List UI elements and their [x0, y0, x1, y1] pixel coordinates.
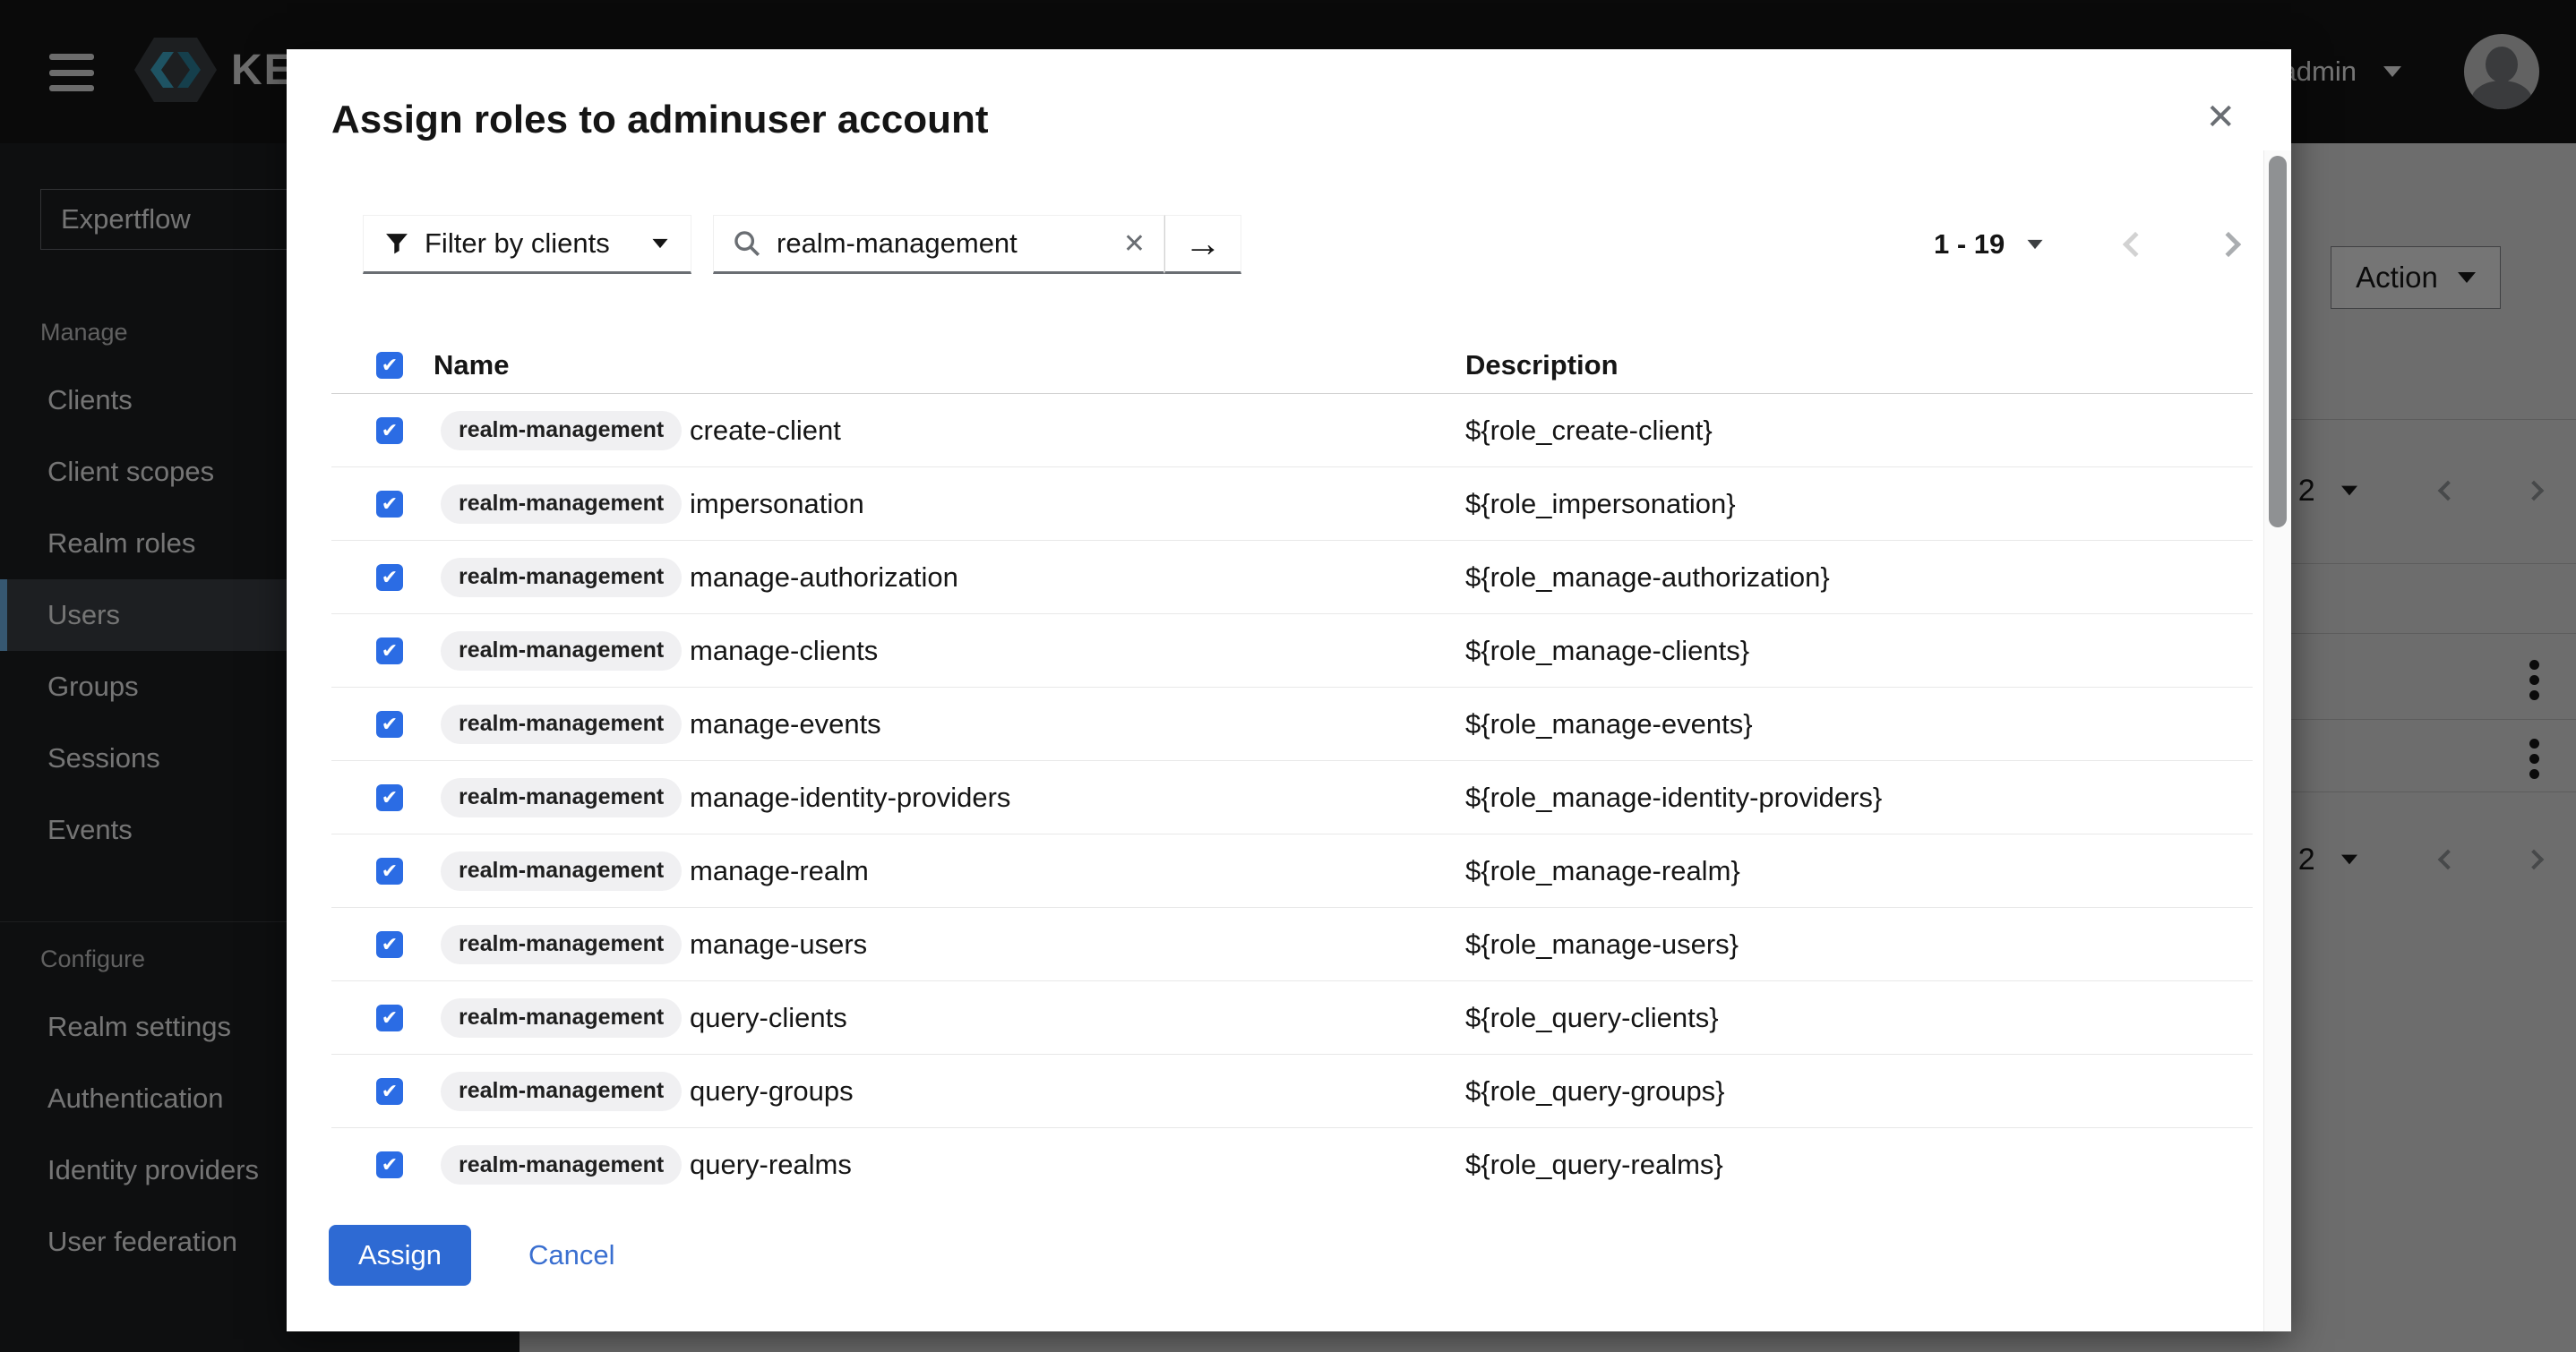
row-checkbox[interactable]: ✔	[376, 1005, 403, 1031]
table-row: ✔ realm-management manage-events ${role_…	[331, 688, 2253, 761]
client-badge: realm-management	[441, 558, 682, 597]
search-box: ✕	[713, 215, 1164, 274]
search-submit-button[interactable]: →	[1164, 215, 1241, 274]
client-badge: realm-management	[441, 484, 682, 524]
role-name: manage-users	[690, 928, 1465, 961]
role-name: query-realms	[690, 1149, 1465, 1181]
assign-roles-modal: Assign roles to adminuser account ✕ Filt…	[287, 49, 2291, 1331]
role-name: manage-authorization	[690, 561, 1465, 594]
role-description: ${role_manage-authorization}	[1465, 561, 2253, 594]
role-name: query-clients	[690, 1002, 1465, 1034]
role-name: manage-identity-providers	[690, 782, 1465, 814]
prev-page-icon[interactable]	[2123, 232, 2148, 257]
column-name: Name	[434, 349, 1465, 381]
table-row: ✔ realm-management manage-realm ${role_m…	[331, 834, 2253, 908]
arrow-right-icon: →	[1184, 222, 1222, 265]
row-checkbox[interactable]: ✔	[376, 711, 403, 738]
role-name: create-client	[690, 415, 1465, 447]
table-row: ✔ realm-management manage-clients ${role…	[331, 614, 2253, 688]
modal-scrollbar-thumb[interactable]	[2269, 156, 2287, 527]
filter-label: Filter by clients	[425, 227, 610, 260]
client-badge: realm-management	[441, 1145, 682, 1185]
role-name: impersonation	[690, 488, 1465, 520]
table-row: ✔ realm-management query-realms ${role_q…	[331, 1128, 2253, 1202]
pagination-chevron-down-icon[interactable]	[2028, 240, 2043, 249]
filter-chevron-down-icon	[653, 239, 668, 248]
modal-scrollbar-track[interactable]	[2263, 150, 2291, 1331]
client-badge: realm-management	[441, 998, 682, 1038]
role-name: manage-clients	[690, 635, 1465, 667]
role-name: manage-realm	[690, 855, 1465, 887]
modal-pagination: 1 - 19	[1934, 215, 2237, 274]
role-description: ${role_manage-events}	[1465, 708, 2253, 740]
client-badge: realm-management	[441, 925, 682, 964]
row-checkbox[interactable]: ✔	[376, 491, 403, 518]
search-icon	[732, 228, 762, 259]
table-header: ✔ Name Description	[331, 337, 2253, 394]
role-name: manage-events	[690, 708, 1465, 740]
client-badge: realm-management	[441, 631, 682, 671]
role-description: ${role_manage-users}	[1465, 928, 2253, 961]
table-row: ✔ realm-management query-clients ${role_…	[331, 981, 2253, 1055]
client-badge: realm-management	[441, 851, 682, 891]
modal-footer: Assign Cancel	[329, 1225, 615, 1286]
row-checkbox[interactable]: ✔	[376, 564, 403, 591]
row-checkbox[interactable]: ✔	[376, 417, 403, 444]
cancel-button[interactable]: Cancel	[528, 1239, 615, 1271]
role-description: ${role_impersonation}	[1465, 488, 2253, 520]
table-row: ✔ realm-management manage-users ${role_m…	[331, 908, 2253, 981]
table-row: ✔ realm-management manage-authorization …	[331, 541, 2253, 614]
role-description: ${role_manage-clients}	[1465, 635, 2253, 667]
table-row: ✔ realm-management query-groups ${role_q…	[331, 1055, 2253, 1128]
client-badge: realm-management	[441, 778, 682, 817]
table-row: ✔ realm-management impersonation ${role_…	[331, 467, 2253, 541]
filter-by-clients-dropdown[interactable]: Filter by clients	[363, 215, 691, 274]
next-page-icon[interactable]	[2216, 232, 2241, 257]
row-checkbox[interactable]: ✔	[376, 1151, 403, 1178]
modal-toolbar: Filter by clients ✕ →	[363, 215, 1241, 274]
table-row: ✔ realm-management manage-identity-provi…	[331, 761, 2253, 834]
pagination-range[interactable]: 1 - 19	[1934, 228, 2005, 261]
select-all-checkbox[interactable]: ✔	[376, 352, 403, 379]
table-row: ✔ realm-management create-client ${role_…	[331, 394, 2253, 467]
role-description: ${role_manage-identity-providers}	[1465, 782, 2253, 814]
client-badge: realm-management	[441, 411, 682, 450]
row-checkbox[interactable]: ✔	[376, 858, 403, 885]
search-input[interactable]	[777, 227, 1072, 260]
role-description: ${role_manage-realm}	[1465, 855, 2253, 887]
assign-button[interactable]: Assign	[329, 1225, 471, 1286]
row-checkbox[interactable]: ✔	[376, 1078, 403, 1105]
column-description: Description	[1465, 349, 2253, 381]
client-badge: realm-management	[441, 705, 682, 744]
client-badge: realm-management	[441, 1072, 682, 1111]
row-checkbox[interactable]: ✔	[376, 931, 403, 958]
role-description: ${role_create-client}	[1465, 415, 2253, 447]
role-description: ${role_query-realms}	[1465, 1149, 2253, 1181]
filter-icon	[385, 232, 408, 255]
close-icon[interactable]: ✕	[2205, 99, 2236, 135]
row-checkbox[interactable]: ✔	[376, 637, 403, 664]
clear-search-icon[interactable]: ✕	[1123, 228, 1146, 260]
role-name: query-groups	[690, 1075, 1465, 1108]
table-body: ✔ realm-management create-client ${role_…	[331, 394, 2253, 1202]
row-checkbox[interactable]: ✔	[376, 784, 403, 811]
role-description: ${role_query-clients}	[1465, 1002, 2253, 1034]
role-description: ${role_query-groups}	[1465, 1075, 2253, 1108]
modal-title: Assign roles to adminuser account	[331, 98, 989, 142]
